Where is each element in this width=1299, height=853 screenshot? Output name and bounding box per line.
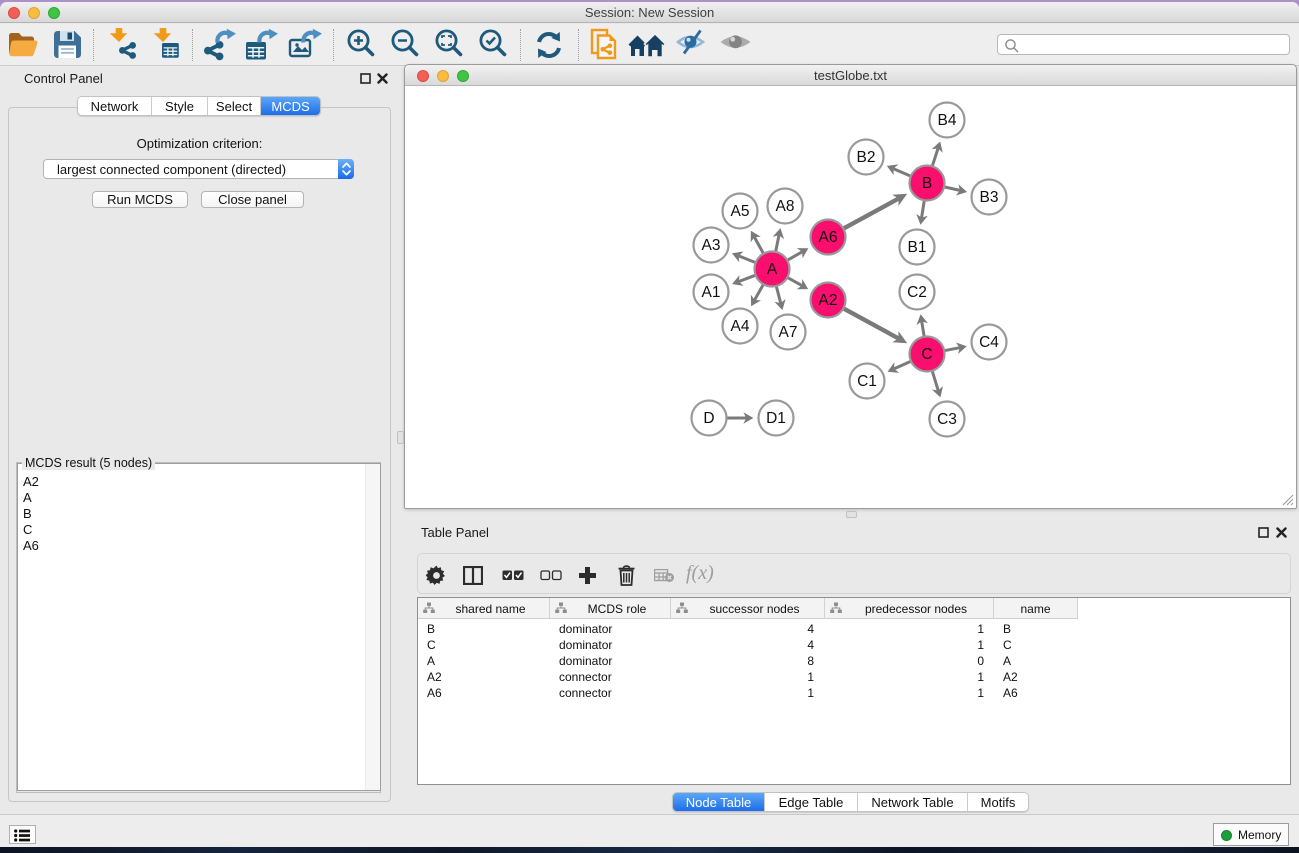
svg-text:A2: A2 — [819, 292, 838, 309]
svg-text:C4: C4 — [979, 334, 999, 351]
svg-text:A7: A7 — [779, 324, 798, 341]
svg-text:D: D — [703, 410, 714, 427]
svg-text:D1: D1 — [766, 410, 786, 427]
svg-text:A3: A3 — [702, 237, 721, 254]
svg-text:B2: B2 — [857, 149, 876, 166]
svg-text:A8: A8 — [776, 198, 795, 215]
svg-text:C: C — [921, 346, 932, 363]
svg-text:C1: C1 — [857, 373, 877, 390]
svg-text:A6: A6 — [819, 229, 838, 246]
svg-text:C2: C2 — [907, 284, 927, 301]
svg-text:C3: C3 — [937, 411, 957, 428]
svg-text:B4: B4 — [938, 112, 957, 129]
svg-text:A5: A5 — [731, 203, 750, 220]
svg-text:A: A — [767, 261, 778, 278]
svg-text:B: B — [922, 175, 932, 192]
svg-text:B1: B1 — [908, 239, 927, 256]
svg-text:A1: A1 — [702, 284, 721, 301]
svg-text:B3: B3 — [980, 189, 999, 206]
svg-text:A4: A4 — [731, 318, 750, 335]
